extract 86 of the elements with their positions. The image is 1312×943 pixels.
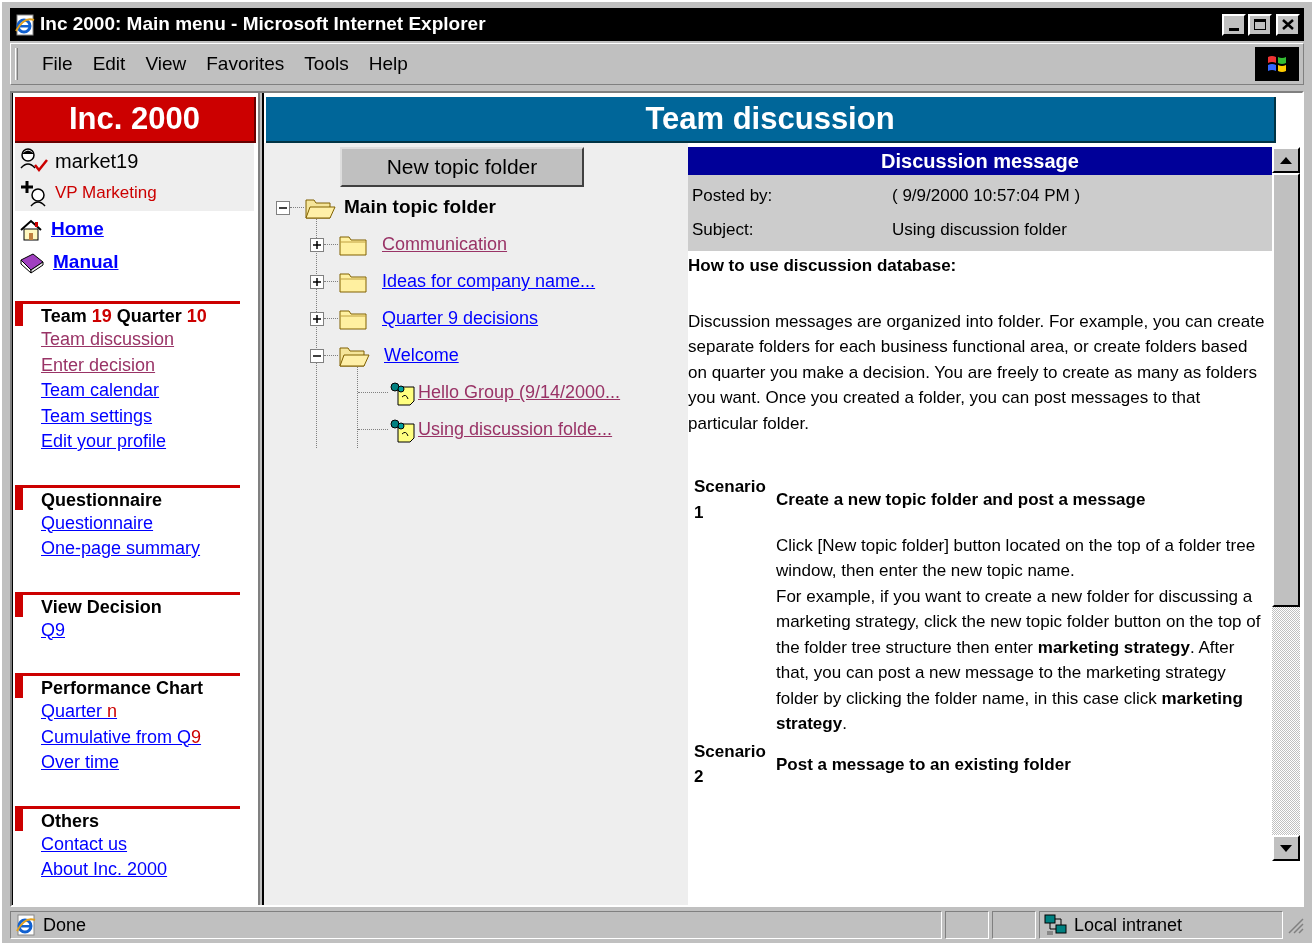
section-marker <box>15 591 23 617</box>
tree-item-link[interactable]: Using discussion folde... <box>418 416 613 443</box>
expand-icon[interactable] <box>310 237 324 252</box>
menu-item[interactable]: Favorites <box>198 47 293 81</box>
zone-text: Local intranet <box>1074 913 1183 937</box>
sidebar-link[interactable]: Team calendar <box>41 378 160 404</box>
field-label: Subject: <box>692 219 755 242</box>
sidebar-link[interactable]: Over time <box>41 750 119 776</box>
sidebar-link[interactable]: Quarter n <box>41 699 118 725</box>
sidebar-link[interactable]: Contact us <box>41 831 128 857</box>
section-heading: Questionnaire <box>23 484 240 511</box>
user-role: VP Marketing <box>55 182 157 205</box>
field-label: Posted by: <box>692 185 774 208</box>
browser-icon <box>15 914 37 936</box>
sidebar-link[interactable]: Team settings <box>41 403 153 429</box>
sidebar-link[interactable]: Cumulative from Q9 <box>41 724 202 750</box>
scenario-label: Scenario 2 <box>693 740 767 788</box>
new-topic-folder-button[interactable]: New topic folder <box>340 147 584 187</box>
minimize-button[interactable] <box>1222 13 1246 36</box>
tree-item-link[interactable]: Ideas for company name... <box>382 268 596 295</box>
scenario-paragraph: For example, if you want to create a new folder for discussing a marketing strategy, click the new topic folder button on the top of the folder tree structure then enter marketing strategy. After that, you can post a new message to the marketing strategy folder by clicking the folder name, in this case click marketing strategy. <box>776 585 1262 735</box>
tree-item-link[interactable]: Communication <box>382 231 508 258</box>
section-heading: Others <box>23 805 240 832</box>
sidebar-link[interactable]: About Inc. 2000 <box>41 857 168 883</box>
scenario-title: Create a new topic folder and post a message <box>776 489 1147 511</box>
sidebar-link[interactable]: One-page summary <box>41 536 201 562</box>
nav-link[interactable]: Manual <box>53 248 119 277</box>
section-heading: Team 19 Quarter 10 <box>23 301 240 327</box>
book-icon <box>19 251 45 274</box>
network-icon <box>1044 914 1068 936</box>
section-heading: View Decision <box>23 591 240 618</box>
collapse-icon[interactable] <box>276 200 290 215</box>
tree-item-link[interactable]: Quarter 9 decisions <box>382 305 539 332</box>
sidebar-link[interactable]: Questionnaire <box>41 510 154 536</box>
tree-item-link[interactable]: Welcome <box>384 342 459 369</box>
tree-root-label: Main topic folder <box>344 195 496 220</box>
menu-item[interactable]: File <box>34 47 81 81</box>
window-title: Inc 2000: Main menu - Microsoft Internet Explorer <box>40 12 486 37</box>
maximize-icon <box>1254 19 1266 30</box>
brand-header: Inc. 2000 <box>15 97 256 143</box>
status-pane <box>992 911 1036 939</box>
scroll-down-button[interactable] <box>1272 835 1300 861</box>
resize-grip-icon <box>1286 916 1304 934</box>
section-marker <box>15 301 23 326</box>
user-name: market19 <box>55 149 139 174</box>
close-icon <box>1282 19 1294 30</box>
message-heading: How to use discussion database: <box>688 255 958 277</box>
sidebar-link[interactable]: Edit your profile <box>41 429 167 455</box>
sidebar-link[interactable]: Enter decision <box>41 352 156 378</box>
menu-item[interactable]: View <box>137 47 195 81</box>
sidebar-link[interactable]: Team discussion <box>41 327 175 353</box>
sidebar-link[interactable]: Q9 <box>41 617 65 643</box>
browser-icon <box>14 13 36 36</box>
menu-item[interactable]: Help <box>360 47 416 81</box>
page-header: Team discussion <box>266 97 1276 143</box>
field-value: Using discussion folder <box>892 219 1067 242</box>
maximize-button[interactable] <box>1248 13 1272 36</box>
add-user-icon <box>19 179 49 207</box>
menu-item[interactable]: Edit <box>84 47 134 81</box>
close-button[interactable] <box>1276 13 1300 36</box>
scroll-thumb[interactable] <box>1272 173 1300 607</box>
user-check-icon <box>19 148 49 174</box>
house-icon <box>19 218 43 241</box>
minimize-icon <box>1229 27 1239 31</box>
message-paragraph: Discussion messages are organized into folder. For example, you can create separate folders for each business functional area, or create folders based on quarter you make a decision. You are freely to create as many as folders you want. Once you created a folder, you can post messages to that particular folder. <box>688 310 1266 435</box>
section-marker <box>15 805 23 831</box>
scenario-title: Post a message to an existing folder <box>776 753 1072 776</box>
down-arrow-icon <box>1280 844 1292 852</box>
status-pane <box>945 911 989 939</box>
section-heading: Performance Chart <box>23 673 240 699</box>
nav-link[interactable]: Home <box>51 215 104 244</box>
menu-item[interactable]: Tools <box>296 47 357 81</box>
section-marker <box>15 673 23 698</box>
message-header: Discussion message <box>688 147 1272 175</box>
logo-icon <box>1255 47 1299 81</box>
tree-item-link[interactable]: Hello Group (9/14/2000... <box>418 379 621 406</box>
expand-icon[interactable] <box>310 311 324 326</box>
scroll-up-button[interactable] <box>1272 147 1300 173</box>
scenario-label: Scenario 1 <box>693 476 767 524</box>
section-marker <box>15 484 23 510</box>
up-arrow-icon <box>1280 156 1292 164</box>
status-text: Done <box>43 913 87 937</box>
collapse-icon[interactable] <box>310 348 324 363</box>
scenario-paragraph: Click [New topic folder] button located on the top of a folder tree window, then enter the new topic name. <box>776 534 1257 582</box>
field-value: ( 9/9/2000 10:57:04 PM ) <box>892 185 1081 208</box>
expand-icon[interactable] <box>310 274 324 289</box>
